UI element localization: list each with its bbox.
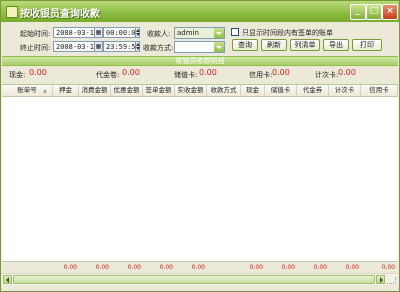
column-header[interactable]: 优惠金额: [111, 85, 143, 96]
payment-method-label: 收款方式:: [143, 44, 174, 52]
end-calendar-icon[interactable]: ▦: [94, 41, 103, 52]
total-cell: 0.00: [63, 264, 77, 271]
total-cell: 0.00: [313, 264, 327, 271]
column-header[interactable]: 收款方式: [207, 85, 241, 96]
section-header: 收银员收款明细: [2, 56, 398, 66]
title-bar[interactable]: 按收银员查询收款 _ □ ×: [1, 1, 399, 22]
resize-grip-icon[interactable]: [387, 277, 396, 284]
scroll-right-icon[interactable]: [376, 275, 385, 284]
end-time-field[interactable]: 23:59:59: [103, 41, 136, 52]
total-cell: 0.00: [381, 264, 395, 271]
credit-card-label: 信用卡:: [249, 71, 273, 79]
start-date-field[interactable]: 2008-03-11: [53, 27, 95, 38]
cash-label: 现金:: [9, 71, 26, 79]
only-with-bills-checkbox[interactable]: [231, 28, 239, 36]
window-title: 按收银员查询收款: [20, 9, 100, 20]
only-with-bills-label: 只显示时间段内有签单的账单: [242, 29, 333, 37]
column-header[interactable]: 代金券: [297, 85, 329, 96]
start-time-label: 起始时间:: [20, 30, 51, 38]
end-date-field[interactable]: 2008-03-11: [53, 41, 95, 52]
app-icon: [6, 6, 18, 18]
chevron-down-icon[interactable]: [214, 28, 224, 38]
print-button[interactable]: 打印: [352, 39, 382, 51]
horizontal-scrollbar[interactable]: [2, 273, 398, 285]
end-time-spinner[interactable]: [135, 41, 140, 52]
column-header[interactable]: 签单金额: [143, 85, 175, 96]
payment-method-select[interactable]: [174, 41, 225, 53]
refresh-button[interactable]: 刷新: [261, 39, 287, 51]
voucher-label: 代金卷:: [96, 71, 120, 79]
column-header[interactable]: 信用卡: [361, 85, 398, 96]
total-cell: 0.00: [191, 264, 205, 271]
sort-icon: ▲: [43, 88, 47, 94]
column-header[interactable]: 实收金额: [175, 85, 207, 96]
count-card-value: 0.00: [338, 68, 356, 77]
savings-card-label: 储值卡:: [174, 71, 198, 79]
total-cell: 0.00: [249, 264, 263, 271]
start-time-spinner[interactable]: [135, 27, 140, 38]
start-calendar-icon[interactable]: ▦: [94, 27, 103, 38]
count-card-label: 计次卡:: [315, 71, 339, 79]
end-time-label: 终止时间:: [20, 44, 51, 52]
table-header: 账单号 ▲ 押金 消费金额 优惠金额 签单金额 实收金额 收款方式 现金 储值卡…: [2, 85, 398, 97]
maximize-button[interactable]: □: [366, 4, 382, 20]
minimize-button[interactable]: _: [350, 4, 366, 20]
section-title: 收银员收款明细: [175, 57, 225, 65]
column-header[interactable]: 押金: [53, 85, 79, 96]
query-window: 按收银员查询收款 _ □ × 起始时间: 2008-03-11 ▦ 00:00:…: [0, 0, 400, 292]
total-cell: 0.00: [159, 264, 173, 271]
cashier-value: admin: [177, 29, 199, 37]
cashier-label: 收款人:: [147, 30, 171, 38]
cashier-select[interactable]: admin: [174, 27, 225, 39]
scrollbar-thumb[interactable]: [13, 275, 375, 284]
voucher-value: 0.00: [122, 68, 140, 77]
export-button[interactable]: 导出: [323, 39, 349, 51]
receipts-table[interactable]: 账单号 ▲ 押金 消费金额 优惠金额 签单金额 实收金额 收款方式 现金 储值卡…: [2, 84, 398, 261]
total-cell: 0.00: [95, 264, 109, 271]
scroll-left-icon[interactable]: [3, 275, 12, 284]
savings-card-value: 0.00: [199, 68, 217, 77]
detail-list-button[interactable]: 列清单: [290, 39, 320, 51]
total-cell: 0.00: [281, 264, 295, 271]
column-header[interactable]: 现金: [241, 85, 265, 96]
close-button[interactable]: ×: [382, 4, 398, 20]
total-cell: 0.00: [345, 264, 359, 271]
cash-value: 0.00: [29, 68, 47, 77]
column-header[interactable]: 储值卡: [265, 85, 297, 96]
column-header[interactable]: 消费金额: [79, 85, 111, 96]
column-header[interactable]: 计次卡: [329, 85, 361, 96]
query-button[interactable]: 查询: [232, 39, 258, 51]
totals-row: 0.00 0.00 0.00 0.00 0.00 0.00 0.00 0.00 …: [2, 261, 398, 273]
chevron-down-icon[interactable]: [214, 42, 224, 52]
credit-card-value: 0.00: [272, 68, 290, 77]
total-cell: 0.00: [127, 264, 141, 271]
start-time-field[interactable]: 00:00:01: [103, 27, 136, 38]
